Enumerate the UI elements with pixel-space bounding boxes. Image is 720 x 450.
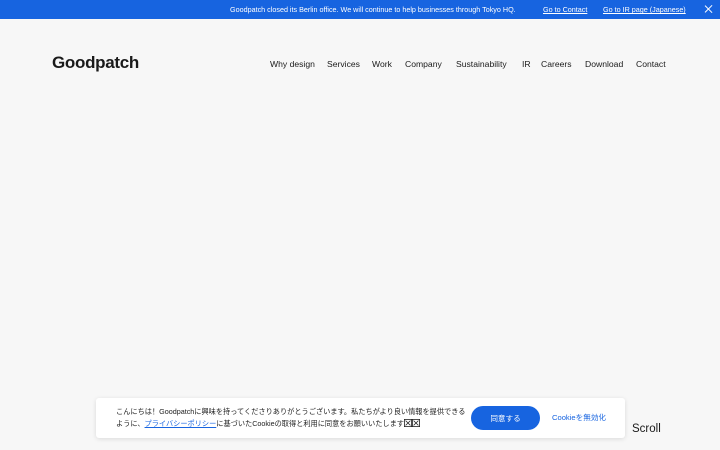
nav-company[interactable]: Company xyxy=(405,59,442,69)
scroll-indicator: Scroll xyxy=(632,423,661,435)
announcement-message: Goodpatch closed its Berlin office. We w… xyxy=(230,5,516,14)
ir-page-link[interactable]: Go to IR page (Japanese) xyxy=(603,5,686,14)
nav-contact[interactable]: Contact xyxy=(636,59,666,69)
nav-careers[interactable]: Careers xyxy=(541,59,572,69)
contact-link[interactable]: Go to Contact xyxy=(543,5,587,14)
external-link-icon-2 xyxy=(411,419,420,427)
cookie-banner: こんにちは！Goodpatchに興味を持ってくださりありがとうございます。私たち… xyxy=(96,398,625,438)
nav-services[interactable]: Services xyxy=(327,59,360,69)
announcement-bar: Goodpatch closed its Berlin office. We w… xyxy=(0,0,720,19)
cookie-text-after: に基づいたCookieの取得と利用に同意をお願いいたします xyxy=(216,419,404,428)
nav-ir[interactable]: IR xyxy=(522,59,531,69)
nav-sustainability[interactable]: Sustainability xyxy=(456,59,507,69)
privacy-policy-link[interactable]: プライバシーポリシー xyxy=(145,419,217,428)
cookie-message: こんにちは！Goodpatchに興味を持ってくださりありがとうございます。私たち… xyxy=(116,406,466,430)
agree-button[interactable]: 同意する xyxy=(471,406,540,430)
external-link-icon xyxy=(403,419,412,427)
nav-work[interactable]: Work xyxy=(372,59,392,69)
disable-cookies-button[interactable]: Cookieを無効化 xyxy=(552,412,606,423)
main-nav: Why design Services Work Company Sustain… xyxy=(0,59,720,71)
nav-download[interactable]: Download xyxy=(585,59,623,69)
close-icon[interactable] xyxy=(702,2,716,16)
nav-why-design[interactable]: Why design xyxy=(270,59,315,69)
